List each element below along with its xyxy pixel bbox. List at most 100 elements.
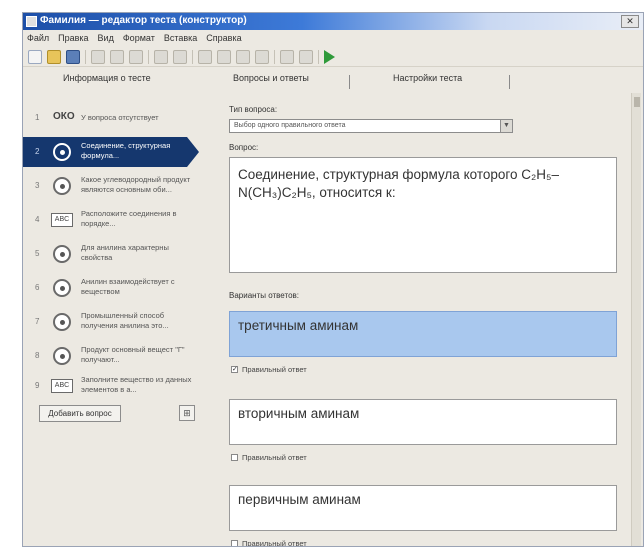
- radio-icon: [53, 347, 71, 365]
- text-icon: ОКО: [53, 111, 75, 122]
- toolbar-separator: [148, 49, 149, 64]
- toolbar-separator: [192, 49, 193, 64]
- menu-file[interactable]: Файл: [27, 31, 49, 45]
- align-icon[interactable]: [236, 49, 250, 64]
- question-number: 2: [35, 147, 40, 156]
- italic-icon[interactable]: [217, 49, 231, 64]
- question-number: 8: [35, 351, 40, 360]
- correct-answer-row-1[interactable]: Правильный ответ: [231, 365, 307, 374]
- radio-icon: [53, 177, 71, 195]
- question-number: 5: [35, 249, 40, 258]
- correct-checkbox[interactable]: [231, 366, 238, 373]
- correct-answer-row-2[interactable]: Правильный ответ: [231, 453, 307, 462]
- paste-icon[interactable]: [129, 49, 143, 64]
- question-text-label: Вопрос:: [229, 143, 259, 152]
- formula-icon[interactable]: [299, 49, 313, 64]
- tab-questions-answers[interactable]: Вопросы и ответы: [233, 73, 309, 83]
- question-number: 4: [35, 215, 40, 224]
- window-title: Фамилия — редактор теста (конструктор): [40, 15, 247, 26]
- question-label: Продукт основный вещест "Г" получают...: [81, 345, 185, 364]
- grid-icon[interactable]: ⊞: [179, 405, 195, 421]
- image-icon[interactable]: [280, 49, 294, 64]
- run-icon[interactable]: [324, 49, 335, 64]
- question-type-label: Тип вопроса:: [229, 105, 278, 114]
- menu-bar: Файл Правка Вид Формат Вставка Справка: [23, 31, 643, 45]
- title-bar: Фамилия — редактор теста (конструктор) ✕: [23, 13, 643, 30]
- correct-answer-label: Правильный ответ: [242, 365, 307, 374]
- toolbar-separator: [318, 49, 319, 64]
- question-label: Какое углеводородный продукт являются ос…: [81, 175, 191, 194]
- question-label: Промышленный способ получения анилина эт…: [81, 311, 169, 330]
- menu-view[interactable]: Вид: [98, 31, 114, 45]
- question-number: 7: [35, 317, 40, 326]
- question-item-1[interactable]: 1 ОКО У вопроса отсутствует: [23, 103, 207, 133]
- toolbar-separator: [274, 49, 275, 64]
- open-icon[interactable]: [47, 49, 61, 64]
- correct-checkbox[interactable]: [231, 454, 238, 461]
- question-label: У вопроса отсутствует: [81, 113, 159, 122]
- question-editor: Тип вопроса: Выбор одного правильного от…: [209, 93, 641, 547]
- question-item-3[interactable]: 3 Какое углеводородный продукт являются …: [23, 171, 207, 201]
- close-window-button[interactable]: ✕: [621, 15, 639, 28]
- tab-test-settings[interactable]: Настройки теста: [393, 73, 462, 83]
- radio-icon: [53, 143, 71, 161]
- tab-test-info[interactable]: Информация о тесте: [63, 73, 151, 83]
- question-item-9[interactable]: 9 ABC Заполните вещество из данных элеме…: [23, 371, 207, 401]
- redo-icon[interactable]: [173, 49, 187, 64]
- save-icon[interactable]: [66, 49, 80, 64]
- undo-icon[interactable]: [154, 49, 168, 64]
- box-icon: ABC: [51, 213, 73, 227]
- menu-insert[interactable]: Вставка: [164, 31, 197, 45]
- question-type-select[interactable]: Выбор одного правильного ответа ▼: [229, 119, 513, 133]
- box-icon: ABC: [51, 379, 73, 393]
- menu-edit[interactable]: Правка: [58, 31, 88, 45]
- correct-answer-label: Правильный ответ: [242, 539, 307, 547]
- answer-field-2[interactable]: вторичным аминам: [229, 399, 617, 445]
- answer-field-1[interactable]: третичным аминам: [229, 311, 617, 357]
- question-label: Заполните вещество из данных элементов в…: [81, 375, 192, 394]
- correct-answer-row-3[interactable]: Правильный ответ: [231, 539, 307, 547]
- question-item-5[interactable]: 5 Для анилина характерны свойства: [23, 239, 207, 269]
- menu-help[interactable]: Справка: [206, 31, 241, 45]
- tab-separator: [509, 75, 510, 89]
- chevron-down-icon[interactable]: ▼: [500, 120, 512, 132]
- answer-field-3[interactable]: первичным аминам: [229, 485, 617, 531]
- question-label: Расположите соединения в порядке...: [81, 209, 177, 228]
- new-icon[interactable]: [28, 49, 42, 64]
- copy-icon[interactable]: [110, 49, 124, 64]
- question-label: Для анилина характерны свойства: [81, 243, 169, 262]
- toolbar: [23, 47, 643, 67]
- menu-format[interactable]: Формат: [123, 31, 155, 45]
- answers-label: Варианты ответов:: [229, 291, 299, 300]
- radio-icon: [53, 313, 71, 331]
- question-list: 1 ОКО У вопроса отсутствует 2 Соединение…: [23, 95, 207, 515]
- question-number: 6: [35, 283, 40, 292]
- question-item-7[interactable]: 7 Промышленный способ получения анилина …: [23, 307, 207, 337]
- add-question-button[interactable]: Добавить вопрос: [39, 405, 121, 422]
- radio-icon: [53, 245, 71, 263]
- scrollbar-thumb[interactable]: [634, 97, 640, 107]
- radio-icon: [53, 279, 71, 297]
- vertical-scrollbar[interactable]: [631, 93, 641, 546]
- tab-bar: Информация о тесте Вопросы и ответы Наст…: [23, 71, 643, 91]
- question-text-field[interactable]: Соединение, структурная формула которого…: [229, 157, 617, 273]
- cut-icon[interactable]: [91, 49, 105, 64]
- question-item-2[interactable]: 2 Соединение, структурная формула...: [23, 137, 199, 167]
- question-number: 3: [35, 181, 40, 190]
- toolbar-separator: [85, 49, 86, 64]
- question-type-value: Выбор одного правильного ответа: [234, 122, 346, 129]
- question-label: Соединение, структурная формула...: [81, 141, 171, 160]
- question-label: Анилин взаимодействует с веществом: [81, 277, 175, 296]
- correct-checkbox[interactable]: [231, 540, 238, 546]
- list-icon[interactable]: [255, 49, 269, 64]
- bold-icon[interactable]: [198, 49, 212, 64]
- question-item-8[interactable]: 8 Продукт основный вещест "Г" получают..…: [23, 341, 207, 371]
- question-item-6[interactable]: 6 Анилин взаимодействует с веществом: [23, 273, 207, 303]
- question-number: 1: [35, 113, 40, 122]
- question-number: 9: [35, 381, 40, 390]
- app-icon: [26, 16, 37, 27]
- tab-separator: [349, 75, 350, 89]
- correct-answer-label: Правильный ответ: [242, 453, 307, 462]
- question-item-4[interactable]: 4 ABC Расположите соединения в порядке..…: [23, 205, 207, 235]
- editor-window: Фамилия — редактор теста (конструктор) ✕…: [22, 12, 644, 547]
